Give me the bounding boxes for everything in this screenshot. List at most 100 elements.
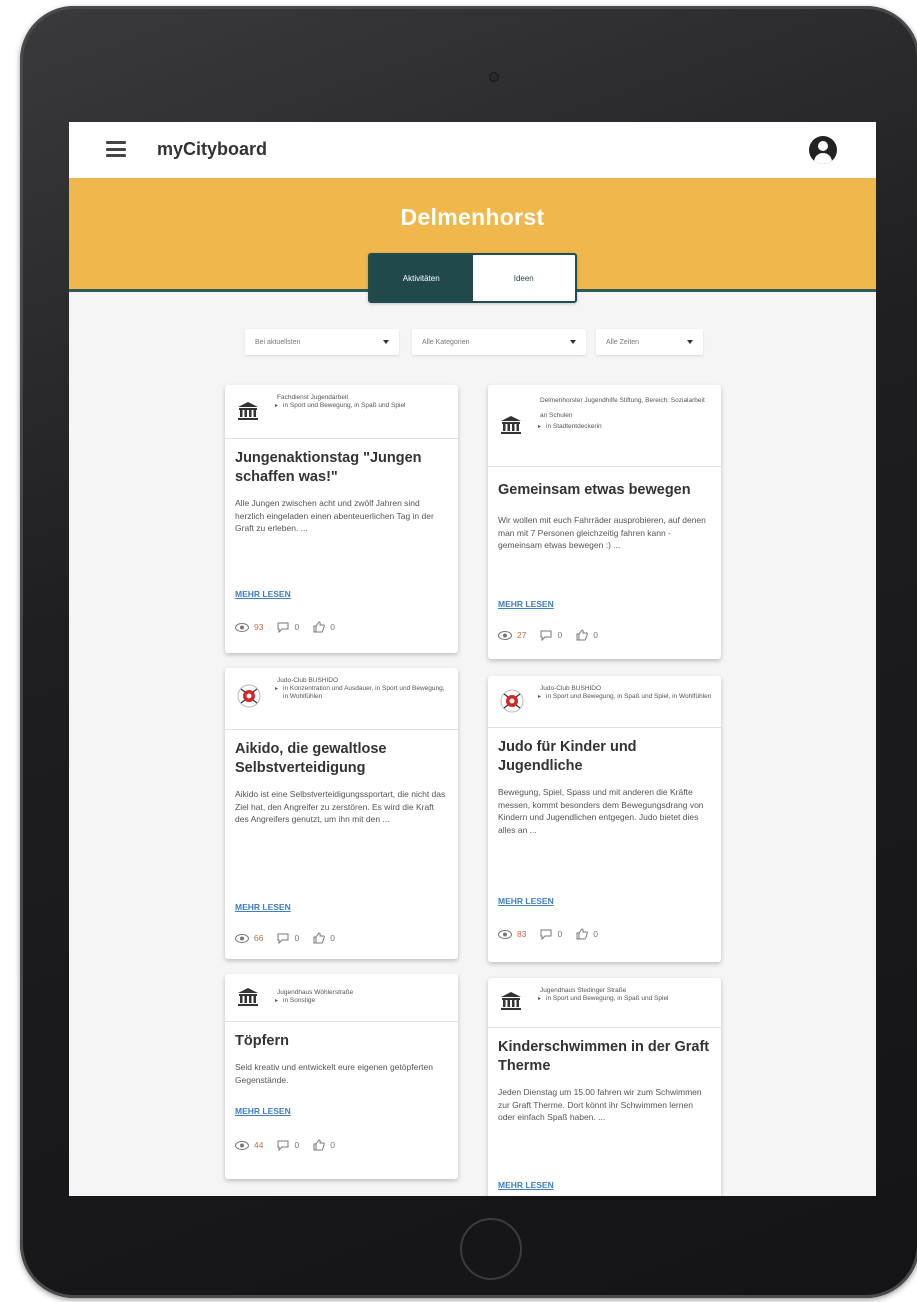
read-more-link[interactable]: MEHR LESEN (235, 589, 291, 599)
comments-count: 0 (557, 929, 563, 939)
app-title[interactable]: myCityboard (157, 139, 267, 160)
views-count: 66 (254, 933, 264, 943)
read-more-link[interactable]: MEHR LESEN (235, 902, 291, 912)
eye-icon (498, 929, 512, 939)
card-body: Judo für Kinder und Jugendliche Bewegung… (488, 728, 721, 836)
card-body: Jungenaktionstag "Jungen schaffen was!" … (225, 439, 458, 535)
chevron-down-icon (383, 340, 389, 344)
category-label: in Stadtentdeckerin (538, 423, 713, 431)
card-excerpt: Alle Jungen zwischen acht und zwölf Jahr… (235, 498, 434, 533)
card-stats: 44 0 0 (235, 1139, 349, 1151)
tab-ideen[interactable]: Ideen (472, 255, 575, 301)
likes-stat[interactable]: 0 (576, 928, 598, 940)
organization-name: Delmenhorster Jugendhilfe Stiftung, Bere… (540, 397, 705, 419)
likes-stat[interactable]: 0 (313, 1139, 335, 1151)
views-stat: 27 (498, 630, 526, 640)
sort-select[interactable]: Bei aktuellsten (245, 329, 399, 355)
comments-stat[interactable]: 0 (277, 933, 299, 944)
likes-count: 0 (593, 929, 598, 939)
card-excerpt: Seid kreativ und entwickelt eure eigenen… (235, 1062, 433, 1085)
comments-stat[interactable]: 0 (540, 630, 562, 641)
organization-name: Judo-Club BUSHIDO (277, 677, 339, 684)
tab-group: Aktivitäten Ideen (368, 253, 577, 303)
comment-icon (277, 622, 289, 633)
card-stats: 93 0 0 (235, 621, 349, 633)
organization-name: Judo-Club BUSHIDO (540, 685, 602, 692)
card-title[interactable]: Jungenaktionstag "Jungen schaffen was!" (235, 449, 448, 487)
category-label: in Sport und Bewegung, in Spaß und Spiel… (538, 693, 713, 701)
card-body: Aikido, die gewaltlose Selbstverteidigun… (225, 730, 458, 826)
thumbs-up-icon (313, 621, 326, 633)
activity-card[interactable]: Judo-Club BUSHIDO in Konzentration und A… (225, 668, 458, 959)
activity-card[interactable]: Judo-Club BUSHIDO in Sport und Bewegung,… (488, 676, 721, 962)
comments-stat[interactable]: 0 (540, 929, 562, 940)
card-excerpt: Jeden Dienstag um 15.00 fahren wir zum S… (498, 1087, 702, 1122)
app-header: myCityboard (69, 122, 876, 178)
views-stat: 66 (235, 933, 263, 943)
category-select[interactable]: Alle Kategorien (412, 329, 586, 355)
views-count: 44 (254, 1140, 264, 1150)
activity-card[interactable]: Jugendhaus Stedinger Straße in Sport und… (488, 978, 721, 1196)
eye-icon (235, 933, 249, 943)
comment-icon (277, 933, 289, 944)
read-more-link[interactable]: MEHR LESEN (498, 896, 554, 906)
club-logo-icon (237, 684, 261, 708)
hamburger-menu-icon[interactable] (106, 141, 126, 157)
comment-icon (277, 1140, 289, 1151)
card-header: Fachdienst Jugendarbeit in Sport und Bew… (225, 385, 458, 439)
chevron-down-icon (687, 340, 693, 344)
tab-aktivitaeten[interactable]: Aktivitäten (370, 255, 473, 301)
likes-stat[interactable]: 0 (576, 629, 598, 641)
comment-icon (540, 630, 552, 641)
eye-icon (498, 630, 512, 640)
category-label: in Sport und Bewegung, in Spaß und Spiel (538, 995, 713, 1003)
thumbs-up-icon (576, 928, 589, 940)
account-icon[interactable] (809, 136, 837, 164)
category-select-value: Alle Kategorien (422, 338, 470, 346)
likes-stat[interactable]: 0 (313, 621, 335, 633)
card-title[interactable]: Gemeinsam etwas bewegen (498, 481, 711, 500)
card-title[interactable]: Judo für Kinder und Jugendliche (498, 738, 711, 776)
comments-stat[interactable]: 0 (277, 622, 299, 633)
card-title[interactable]: Töpfern (235, 1032, 448, 1051)
card-header: Judo-Club BUSHIDO in Konzentration und A… (225, 668, 458, 730)
institution-icon (238, 402, 258, 420)
read-more-link[interactable]: MEHR LESEN (235, 1106, 291, 1116)
comments-count: 0 (557, 630, 563, 640)
card-body: Gemeinsam etwas bewegen Wir wollen mit e… (488, 467, 721, 552)
card-excerpt: Aikido ist eine Selbstverteidigungssport… (235, 789, 446, 824)
card-header: Jugendhaus Stedinger Straße in Sport und… (488, 978, 721, 1028)
likes-stat[interactable]: 0 (313, 932, 335, 944)
front-camera (489, 72, 499, 82)
likes-count: 0 (330, 622, 335, 632)
activity-card[interactable]: Jugendhaus Wöhlerstraße in Sonstige Töpf… (225, 974, 458, 1179)
likes-count: 0 (330, 933, 335, 943)
card-stats: 27 0 0 (498, 629, 612, 641)
card-stats: 66 0 0 (235, 932, 349, 944)
likes-count: 0 (330, 1140, 335, 1150)
card-body: Kinderschwimmen in der Graft Therme Jede… (488, 1028, 721, 1124)
card-excerpt: Wir wollen mit euch Fahrräder ausprobier… (498, 515, 706, 550)
time-select[interactable]: Alle Zeiten (596, 329, 703, 355)
likes-count: 0 (593, 630, 598, 640)
organization-name: Jugendhaus Stedinger Straße (540, 987, 627, 994)
comments-stat[interactable]: 0 (277, 1140, 299, 1151)
app-screen: myCityboard Delmenhorst Aktivitäten Idee… (69, 122, 876, 1196)
home-button[interactable] (460, 1218, 522, 1280)
club-logo-icon (500, 689, 524, 713)
institution-icon (238, 988, 258, 1006)
comments-count: 0 (294, 1140, 300, 1150)
chevron-down-icon (570, 340, 576, 344)
views-count: 93 (254, 622, 264, 632)
card-header: Delmenhorster Jugendhilfe Stiftung, Bere… (488, 385, 721, 467)
card-body: Töpfern Seid kreativ und entwickelt eure… (225, 1022, 458, 1086)
activity-card[interactable]: Delmenhorster Jugendhilfe Stiftung, Bere… (488, 385, 721, 659)
card-title[interactable]: Aikido, die gewaltlose Selbstverteidigun… (235, 740, 448, 778)
read-more-link[interactable]: MEHR LESEN (498, 1180, 554, 1190)
category-label: in Sonstige (275, 997, 450, 1005)
read-more-link[interactable]: MEHR LESEN (498, 599, 554, 609)
filter-bar: Bei aktuellsten Alle Kategorien Alle Zei… (69, 329, 876, 355)
institution-icon (501, 416, 521, 434)
card-title[interactable]: Kinderschwimmen in der Graft Therme (498, 1038, 711, 1076)
activity-card[interactable]: Fachdienst Jugendarbeit in Sport und Bew… (225, 385, 458, 653)
